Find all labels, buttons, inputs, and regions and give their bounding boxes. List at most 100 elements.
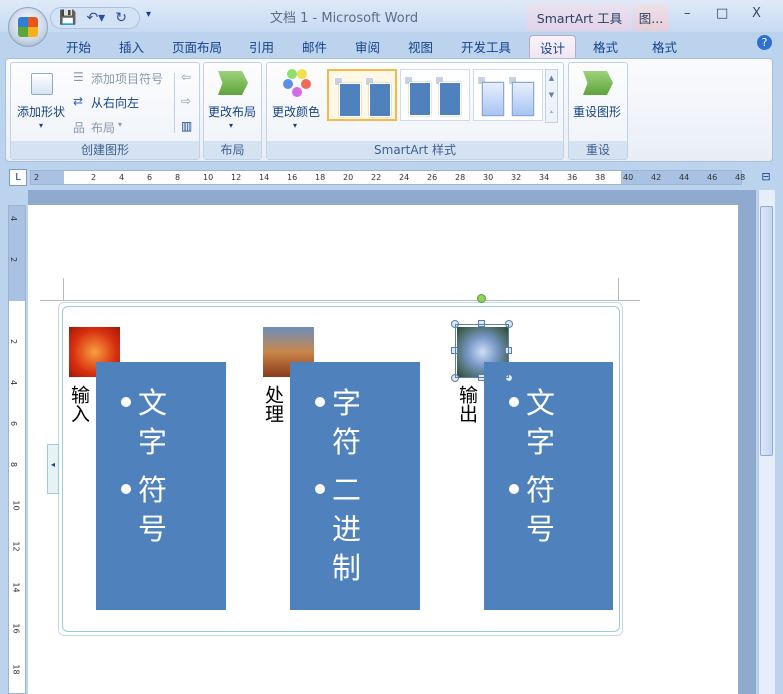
vertical-ruler[interactable]: 4 2 2 4 6 8 10 12 14 16 18 [8, 205, 26, 694]
tab-view[interactable]: 视图 [408, 37, 433, 56]
column-label[interactable]: 处理 [260, 385, 287, 423]
style-option-2[interactable] [400, 69, 470, 121]
ruler-tick: 8 [9, 461, 19, 468]
bullet-item[interactable]: 文字 [138, 384, 170, 462]
layout-dropdown[interactable]: 布局 [91, 119, 115, 136]
ruler-tick: 36 [567, 173, 578, 182]
bullet-item[interactable]: 字符 [332, 384, 364, 462]
column-label[interactable]: 输出 [454, 385, 481, 423]
style-option-1[interactable] [327, 69, 397, 121]
group-smartart-styles: 更改颜色 ▾ ▲ ▼ ⩡ SmartArt 样式 [266, 62, 564, 160]
bullet-icon [509, 397, 519, 407]
ruler-tick: 22 [371, 173, 382, 182]
close-button[interactable]: X [752, 6, 761, 21]
ruler-tick: 2 [9, 338, 19, 345]
column-label[interactable]: 输入 [66, 385, 93, 423]
ruler-tick: 40 [623, 173, 634, 182]
add-bullet-button[interactable]: 添加项目符号 [91, 70, 163, 87]
tab-format-picture[interactable]: 格式 [652, 37, 677, 56]
group-label: SmartArt 样式 [267, 141, 563, 159]
ruler-tick: 48 [735, 173, 746, 182]
ruler-tick: 28 [455, 173, 466, 182]
bullet-icon [121, 484, 131, 494]
picture-tools-context: 图... [634, 3, 668, 31]
ribbon-tabs: 开始 插入 页面布局 引用 邮件 审阅 视图 开发工具 设计 格式 格式 ? [0, 32, 783, 63]
ruler-tick: 32 [511, 173, 522, 182]
swap-arrows-icon: ⇄ [73, 94, 84, 108]
rotate-handle[interactable] [477, 294, 486, 303]
bullet-item[interactable]: 二进制 [332, 471, 364, 588]
reset-graphic-button[interactable]: 重设图形 [573, 103, 621, 120]
picture-selection-box [455, 324, 509, 378]
ruler-tick: 6 [147, 173, 153, 182]
ruler-tick: 30 [483, 173, 494, 182]
ruler-tick: 10 [11, 500, 21, 511]
scrollbar-thumb[interactable] [760, 206, 773, 456]
style-option-3[interactable] [473, 69, 543, 121]
add-shape-icon [31, 73, 53, 95]
ruler-tick: 14 [11, 582, 21, 593]
change-layout-button[interactable]: 更改布局 [208, 103, 256, 120]
ruler-tick: 44 [679, 173, 690, 182]
minimize-button[interactable]: – [684, 6, 691, 21]
ruler-tick: 12 [11, 541, 21, 552]
add-shape-button[interactable]: 添加形状 [17, 103, 65, 120]
undo-icon[interactable]: ↶▾ [86, 10, 105, 26]
maximize-button[interactable]: □ [716, 6, 728, 21]
styles-gallery-scroll[interactable]: ▲ ▼ ⩡ [545, 69, 558, 123]
view-ruler-icon[interactable]: ⊟ [758, 170, 774, 186]
change-colors-icon [281, 69, 311, 99]
ruler-tick: 4 [119, 173, 125, 182]
tab-insert[interactable]: 插入 [119, 37, 144, 56]
horizontal-ruler[interactable]: 2 2 4 6 8 10 12 14 16 18 20 22 24 26 28 30 32 34 36 38 40 42 4… [30, 170, 746, 185]
demote-icon[interactable]: ⇨ [181, 94, 191, 108]
ruler-tick: 10 [203, 173, 214, 182]
ruler-tick: 2 [9, 256, 19, 263]
redo-icon[interactable]: ↻ [115, 10, 127, 26]
bullet-list-icon: ☰ [73, 70, 84, 84]
reset-graphic-icon [583, 71, 613, 95]
tab-developer[interactable]: 开发工具 [461, 37, 511, 56]
bullet-item[interactable]: 符号 [138, 471, 170, 549]
bullet-icon [315, 484, 325, 494]
group-label: 重设 [569, 141, 627, 159]
help-icon[interactable]: ? [757, 35, 772, 50]
ruler-tick: 46 [707, 173, 718, 182]
ruler-tick: 4 [9, 379, 19, 386]
group-layouts: 更改布局 ▾ 布局 [203, 62, 262, 160]
org-chart-icon: 品 [73, 121, 86, 135]
office-button[interactable] [8, 7, 48, 47]
window-title: 文档 1 - Microsoft Word [270, 11, 419, 26]
group-create-graphic: 添加形状 ▾ ☰ 添加项目符号 ⇄ 从右向左 品 布局 ▾ ⇦ ⇨ ▥ 创建图形 [10, 62, 200, 160]
ruler-tick: 18 [11, 664, 21, 675]
right-to-left-button[interactable]: 从右向左 [91, 94, 139, 111]
tab-references[interactable]: 引用 [249, 37, 274, 56]
tab-selector-button[interactable]: L [9, 169, 27, 186]
ruler-tick: 6 [9, 420, 19, 427]
bullet-item[interactable]: 文字 [526, 384, 558, 462]
ruler-tick: 2 [91, 173, 97, 182]
customize-qat-icon[interactable]: ▾ [146, 9, 151, 20]
group-label: 布局 [204, 141, 261, 159]
bullet-item[interactable]: 符号 [526, 471, 558, 549]
tab-review[interactable]: 审阅 [355, 37, 380, 56]
ruler-tick: 34 [539, 173, 550, 182]
ruler-tick: 4 [9, 215, 19, 222]
tab-mailings[interactable]: 邮件 [302, 37, 327, 56]
text-pane-icon[interactable]: ▥ [181, 119, 192, 133]
bullet-icon [315, 397, 325, 407]
ruler-tick: 42 [651, 173, 662, 182]
change-colors-button[interactable]: 更改颜色 [272, 103, 320, 120]
ruler-tick: 38 [595, 173, 606, 182]
ruler-tick: 2 [34, 173, 40, 182]
text-pane-toggle[interactable]: ◂ [47, 444, 59, 494]
bullet-icon [121, 397, 131, 407]
bullet-icon [509, 484, 519, 494]
save-icon[interactable]: 💾 [59, 10, 76, 26]
tab-page-layout[interactable]: 页面布局 [172, 37, 222, 56]
promote-icon[interactable]: ⇦ [181, 70, 191, 84]
smartart-tools-context: SmartArt 工具 [527, 3, 632, 31]
office-logo-icon [18, 17, 38, 37]
tab-format-smartart[interactable]: 格式 [593, 37, 618, 56]
tab-home[interactable]: 开始 [66, 37, 91, 56]
